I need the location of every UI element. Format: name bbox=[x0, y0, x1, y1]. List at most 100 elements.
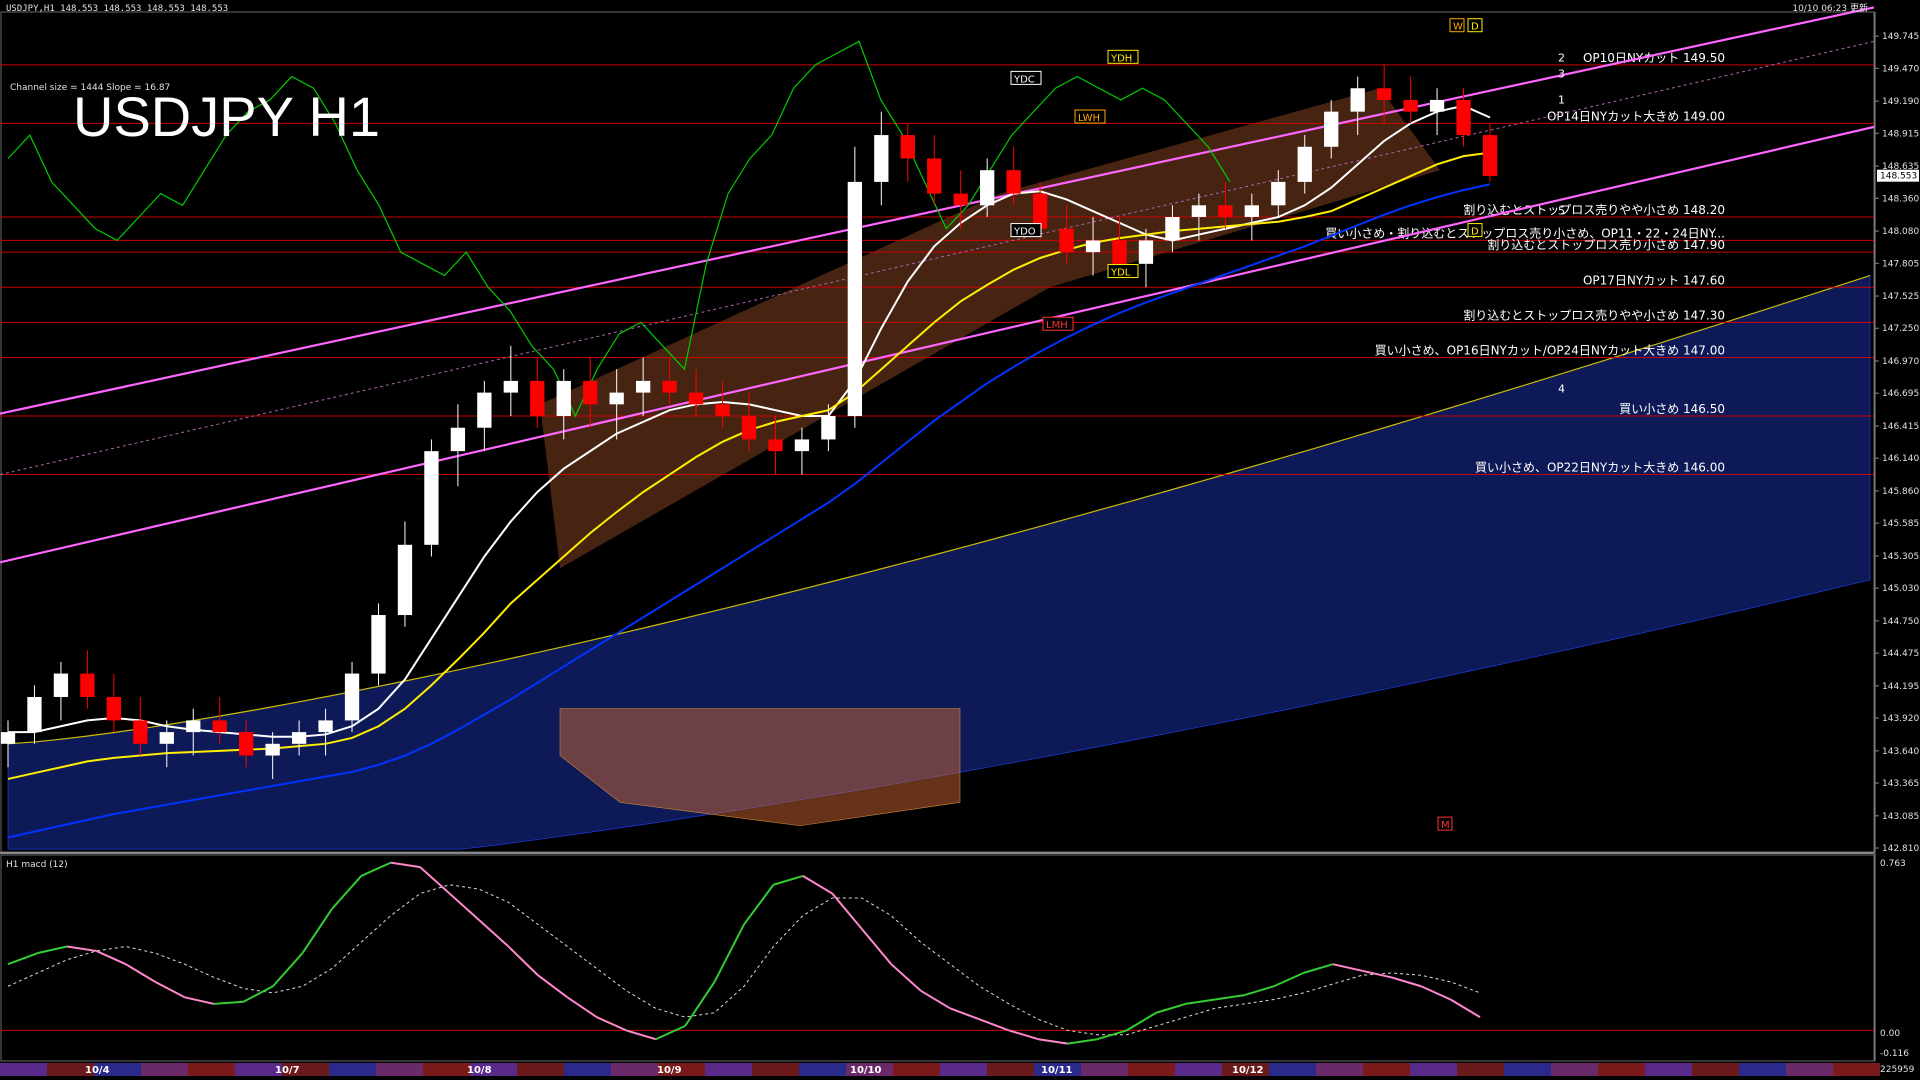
date-label: 10/7 bbox=[275, 1065, 300, 1076]
tag-ydo: YDO bbox=[1013, 227, 1036, 238]
macd-segment bbox=[184, 996, 215, 1005]
candle-body bbox=[1165, 217, 1180, 241]
date-bar-segment bbox=[141, 1063, 188, 1076]
candle-body bbox=[1482, 135, 1498, 177]
date-bar-segment bbox=[564, 1063, 611, 1076]
candle-body bbox=[609, 392, 624, 405]
tag-d: D bbox=[1471, 22, 1479, 33]
candle-body bbox=[635, 380, 651, 393]
price-tick-label: 146.970 bbox=[1882, 357, 1919, 367]
price-tick-label: 143.640 bbox=[1882, 747, 1919, 757]
macd-segment bbox=[1155, 1002, 1186, 1014]
tag-ydh: YDH bbox=[1110, 53, 1132, 64]
tag-lwh: LWH bbox=[1078, 113, 1100, 124]
macd-segment bbox=[625, 1029, 656, 1041]
candle-body bbox=[874, 135, 889, 182]
price-tick-label: 145.585 bbox=[1882, 519, 1919, 529]
date-bar-segment bbox=[1316, 1063, 1363, 1076]
macd-segment bbox=[66, 945, 97, 952]
candle-body bbox=[1376, 88, 1392, 100]
candle-body bbox=[265, 743, 280, 756]
macd-segment bbox=[1332, 963, 1363, 972]
candle-body bbox=[662, 380, 677, 393]
price-tick-label: 143.085 bbox=[1882, 812, 1919, 822]
price-tick-label: 145.305 bbox=[1882, 552, 1919, 562]
macd-segment bbox=[1214, 994, 1245, 1001]
date-bar-segment bbox=[188, 1063, 235, 1076]
wave-label: 2 bbox=[1558, 51, 1565, 64]
candle-body bbox=[741, 416, 757, 440]
macd-segment bbox=[1391, 976, 1422, 988]
level-label: 割り込むとストップロス売りやや小さめ 147.30 bbox=[1463, 307, 1725, 322]
candle-body bbox=[1429, 99, 1445, 112]
macd-segment bbox=[713, 924, 745, 983]
macd-segment bbox=[214, 1000, 244, 1005]
price-tick-label: 146.140 bbox=[1882, 454, 1919, 464]
level-label: 買い小さめ 146.50 bbox=[1619, 402, 1725, 416]
level-label: 割り込むとストップロス売り小さめ 147.90 bbox=[1487, 237, 1725, 252]
date-label: 10/9 bbox=[657, 1065, 682, 1076]
date-bar-segment bbox=[1410, 1063, 1457, 1076]
candle-body bbox=[239, 732, 254, 756]
update-timestamp: 10/10 06:23 更新 bbox=[1792, 2, 1868, 14]
candle-body bbox=[900, 135, 915, 159]
macd-segment bbox=[301, 908, 333, 954]
macd-segment bbox=[802, 875, 833, 895]
date-label: 10/4 bbox=[85, 1065, 110, 1076]
date-bar-segment bbox=[1363, 1063, 1410, 1076]
candle-body bbox=[847, 181, 863, 417]
date-bar-segment bbox=[1457, 1063, 1504, 1076]
candle-body bbox=[927, 158, 942, 194]
macd-segment bbox=[1450, 998, 1481, 1019]
macd-segment bbox=[95, 950, 127, 966]
price-tick-label: 143.920 bbox=[1882, 714, 1919, 724]
price-tick-label: 145.860 bbox=[1882, 487, 1919, 497]
date-bar-segment bbox=[940, 1063, 987, 1076]
date-bar-segment bbox=[1081, 1063, 1128, 1076]
candle-body bbox=[159, 732, 174, 744]
tag-ydc: YDC bbox=[1013, 74, 1035, 85]
macd-segment bbox=[1362, 969, 1392, 979]
candle-body bbox=[583, 380, 598, 405]
macd-segment bbox=[743, 884, 775, 926]
date-bar-segment bbox=[799, 1063, 846, 1076]
tag-m: M bbox=[1441, 820, 1450, 831]
date-axis: 10/4 10/7 10/8 10/9 10/10 10/11 10/12 bbox=[0, 1063, 1880, 1076]
level-label: 割り込むとストップロス売りやや小さめ 148.20 bbox=[1463, 202, 1725, 217]
price-tick-label: 149.190 bbox=[1882, 97, 1919, 107]
macd-segment bbox=[1303, 963, 1334, 974]
level-label: OP17日NYカット 147.60 bbox=[1583, 273, 1725, 287]
candle-body bbox=[794, 439, 810, 452]
macd-segment bbox=[1244, 985, 1275, 997]
candle-body bbox=[1403, 99, 1418, 112]
macd-segment bbox=[596, 1016, 627, 1032]
date-bar-segment bbox=[376, 1063, 423, 1076]
level-label: 買い小さめ、OP22日NYカット大きめ 146.00 bbox=[1475, 461, 1725, 475]
candle-body bbox=[1324, 111, 1339, 147]
macd-title: H1 macd (12) bbox=[6, 860, 68, 870]
date-label: 10/8 bbox=[467, 1065, 492, 1076]
usdjpy-h1-chart[interactable]: OP10日NYカット 149.50 OP14日NYカット大きめ 149.00 割り込… bbox=[0, 0, 1920, 1080]
date-bar-segment bbox=[1833, 1063, 1880, 1076]
candle-body bbox=[53, 673, 69, 697]
date-bar-segment bbox=[1504, 1063, 1551, 1076]
date-label: 10/10 bbox=[850, 1065, 882, 1076]
macd-segment bbox=[243, 985, 274, 1003]
tag-w: W bbox=[1453, 22, 1463, 33]
macd-segment bbox=[979, 1018, 1010, 1032]
candle-body bbox=[1059, 228, 1074, 253]
candle-body bbox=[80, 673, 95, 697]
macd-segment bbox=[537, 974, 568, 999]
price-tick-label: 142.810 bbox=[1882, 844, 1919, 854]
big-title: USDJPY H1 bbox=[73, 85, 380, 148]
candle-body bbox=[397, 544, 413, 616]
candle-body bbox=[186, 720, 201, 733]
candle-body bbox=[318, 720, 333, 733]
tag-ydl: YDL bbox=[1110, 268, 1131, 279]
macd-segment bbox=[860, 928, 892, 965]
candle-body bbox=[1456, 99, 1471, 136]
level-label: OP10日NYカット 149.50 bbox=[1583, 51, 1725, 65]
date-bar-segment bbox=[1739, 1063, 1786, 1076]
price-tick-label: 146.695 bbox=[1882, 389, 1919, 399]
candle-body bbox=[556, 380, 571, 417]
